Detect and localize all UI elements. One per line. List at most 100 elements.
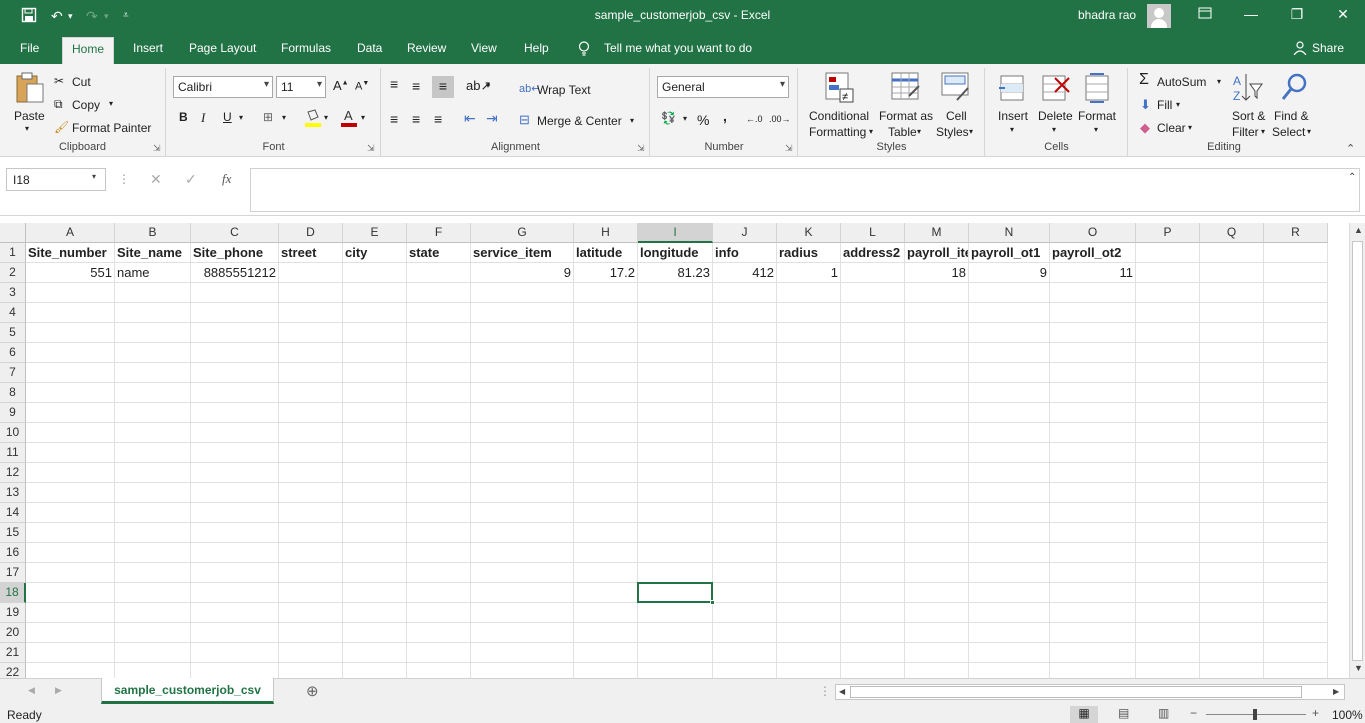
- grid-cell[interactable]: [969, 543, 1050, 563]
- grid-cell[interactable]: [343, 443, 407, 463]
- column-header[interactable]: M: [905, 223, 969, 243]
- grid-cell[interactable]: [26, 323, 115, 343]
- grid-cell[interactable]: [1200, 443, 1264, 463]
- grid-cell[interactable]: [841, 443, 905, 463]
- insert-button[interactable]: Insert: [998, 109, 1028, 123]
- format-painter-button[interactable]: Format Painter: [72, 121, 151, 135]
- grid-cell[interactable]: [1264, 463, 1328, 483]
- grid-cell[interactable]: [777, 363, 841, 383]
- grid-cell[interactable]: [26, 643, 115, 663]
- grid-cell[interactable]: [343, 563, 407, 583]
- column-header[interactable]: E: [343, 223, 407, 243]
- grid-cell[interactable]: [407, 323, 471, 343]
- row-header[interactable]: 15: [0, 523, 26, 543]
- grid-cell[interactable]: [1050, 323, 1136, 343]
- grid-cell[interactable]: [26, 483, 115, 503]
- grid-cell[interactable]: [279, 583, 343, 603]
- paste-icon[interactable]: [15, 72, 45, 107]
- grid-cell[interactable]: [905, 303, 969, 323]
- grid-cell[interactable]: [1050, 663, 1136, 678]
- grid-cell[interactable]: [343, 583, 407, 603]
- minimize-icon[interactable]: —: [1241, 6, 1261, 22]
- grid-cell[interactable]: [1136, 303, 1200, 323]
- bold-button[interactable]: B: [179, 110, 188, 124]
- grid-cell[interactable]: [279, 623, 343, 643]
- grid-cell[interactable]: [1264, 403, 1328, 423]
- grid-cell[interactable]: [1200, 483, 1264, 503]
- grid-cell[interactable]: [343, 403, 407, 423]
- grid-cell[interactable]: [115, 523, 191, 543]
- copy-dropdown-icon[interactable]: ▾: [109, 99, 113, 108]
- grid-cell[interactable]: [279, 443, 343, 463]
- grid-cell[interactable]: [777, 563, 841, 583]
- accounting-format-icon[interactable]: 💱: [661, 111, 676, 125]
- grid-cell[interactable]: [1136, 503, 1200, 523]
- scroll-right-icon[interactable]: ▶: [1333, 687, 1339, 696]
- page-break-view-icon[interactable]: ▥: [1158, 706, 1169, 720]
- grid-cell[interactable]: [1050, 503, 1136, 523]
- grid-cell[interactable]: [1136, 343, 1200, 363]
- name-box[interactable]: I18: [6, 168, 106, 191]
- grid-cell[interactable]: [1050, 543, 1136, 563]
- grid-cell[interactable]: [1264, 363, 1328, 383]
- grid-cell[interactable]: [905, 563, 969, 583]
- font-color-dropdown-icon[interactable]: ▾: [361, 113, 365, 122]
- worksheet-grid[interactable]: A B C D E F G H I J K L M N O P Q R 1 Site_number Site_name S…: [0, 223, 1349, 678]
- grid-cell[interactable]: [471, 403, 574, 423]
- sort-filter-icon[interactable]: AZ: [1233, 72, 1263, 107]
- grid-cell[interactable]: [905, 583, 969, 603]
- align-middle-icon[interactable]: ≡: [412, 78, 420, 94]
- grid-cell[interactable]: [1264, 563, 1328, 583]
- grid-cell[interactable]: [574, 323, 638, 343]
- grid-cell[interactable]: [841, 603, 905, 623]
- grid-cell[interactable]: [26, 663, 115, 678]
- italic-button[interactable]: I: [201, 110, 205, 126]
- grid-cell[interactable]: [343, 323, 407, 343]
- grid-cell[interactable]: [969, 323, 1050, 343]
- grid-cell[interactable]: [638, 303, 713, 323]
- grid-cell[interactable]: [777, 463, 841, 483]
- grid-cell[interactable]: [1050, 463, 1136, 483]
- grid-cell[interactable]: [407, 363, 471, 383]
- grid-cell[interactable]: [574, 303, 638, 323]
- font-name-select[interactable]: Calibri ▾: [173, 76, 273, 98]
- grid-cell[interactable]: [1050, 563, 1136, 583]
- grid-cell[interactable]: [1136, 583, 1200, 603]
- scroll-up-icon[interactable]: ▲: [1354, 225, 1363, 235]
- grid-cell[interactable]: [638, 423, 713, 443]
- format-button[interactable]: Format: [1078, 109, 1116, 123]
- row-header[interactable]: 18: [0, 583, 26, 603]
- grid-cell[interactable]: [279, 263, 343, 283]
- grid-cell[interactable]: [343, 263, 407, 283]
- grid-cell[interactable]: [1200, 523, 1264, 543]
- grid-cell[interactable]: [26, 383, 115, 403]
- grid-cell[interactable]: [279, 563, 343, 583]
- grid-cell[interactable]: [969, 463, 1050, 483]
- grid-cell[interactable]: [407, 283, 471, 303]
- row-header[interactable]: 4: [0, 303, 26, 323]
- grid-cell[interactable]: [115, 543, 191, 563]
- column-header[interactable]: H: [574, 223, 638, 243]
- grid-cell[interactable]: [115, 423, 191, 443]
- grid-cell[interactable]: [115, 283, 191, 303]
- grid-cell[interactable]: [1136, 543, 1200, 563]
- sort-filter-dropdown-icon[interactable]: ▾: [1261, 127, 1265, 136]
- grid-cell[interactable]: [638, 623, 713, 643]
- page-layout-view-icon[interactable]: ▤: [1118, 706, 1129, 720]
- font-launcher-icon[interactable]: ⇲: [367, 143, 375, 154]
- grid-cell[interactable]: 17.2: [574, 263, 638, 283]
- column-header[interactable]: L: [841, 223, 905, 243]
- prev-sheet-icon[interactable]: ◀: [28, 685, 35, 696]
- grid-cell[interactable]: [26, 623, 115, 643]
- align-center-icon[interactable]: ≡: [412, 111, 420, 127]
- row-header[interactable]: 5: [0, 323, 26, 343]
- grid-cell[interactable]: [777, 523, 841, 543]
- tab-file[interactable]: File: [20, 41, 39, 55]
- grid-cell[interactable]: [1050, 623, 1136, 643]
- grid-cell[interactable]: [574, 663, 638, 678]
- grid-cell[interactable]: [191, 623, 279, 643]
- grid-cell[interactable]: [905, 463, 969, 483]
- grid-cell[interactable]: [1200, 403, 1264, 423]
- new-sheet-icon[interactable]: ⊕: [306, 682, 319, 700]
- grid-cell[interactable]: [905, 363, 969, 383]
